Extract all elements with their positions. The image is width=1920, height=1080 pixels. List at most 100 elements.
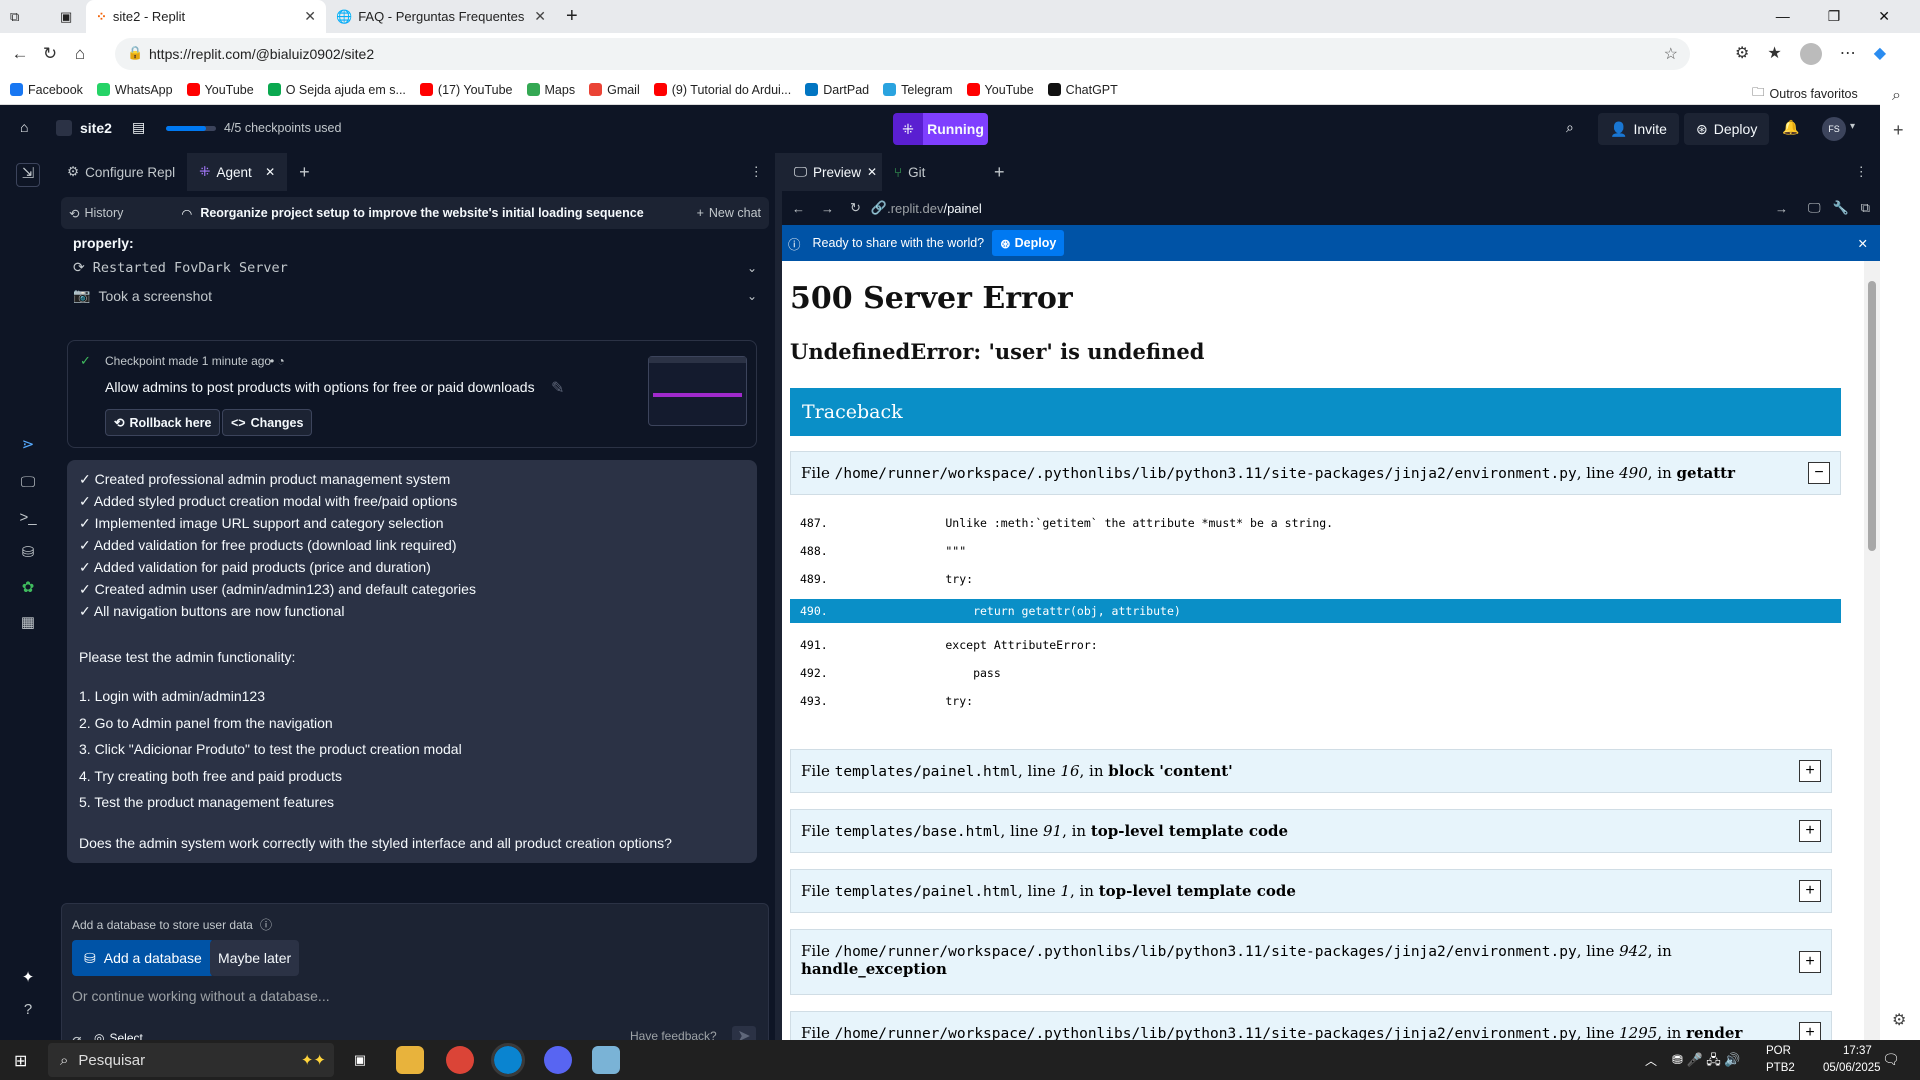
- url-path[interactable]: /painel: [943, 201, 981, 216]
- edge-icon[interactable]: [491, 1043, 525, 1077]
- extensions-icon[interactable]: ⚙: [1735, 43, 1749, 65]
- scrollbar[interactable]: [1864, 261, 1880, 1040]
- bookmark-item[interactable]: (9) Tutorial do Ardui...: [653, 83, 791, 97]
- keyboard-layout[interactable]: PTB2: [1766, 1062, 1795, 1074]
- traceback-frame[interactable]: File templates/painel.html, line 1, in t…: [790, 869, 1832, 913]
- home-icon[interactable]: ⌂: [65, 44, 95, 64]
- workspaces-icon[interactable]: ⧉: [0, 0, 50, 33]
- frame-toggle-button[interactable]: +: [1799, 951, 1821, 973]
- add-database-button[interactable]: ⛁ Add a database: [72, 940, 214, 976]
- pane-menu-icon[interactable]: ⋮: [1855, 164, 1881, 180]
- step-screenshot[interactable]: 📷 Took a screenshot: [73, 287, 212, 304]
- deploy-banner-button[interactable]: ⊛ Deploy: [992, 230, 1065, 256]
- frame-toggle-button[interactable]: +: [1799, 1022, 1821, 1040]
- profile-avatar[interactable]: [1799, 43, 1822, 65]
- more-icon[interactable]: ⋯: [1840, 43, 1856, 65]
- search-icon[interactable]: ⌕: [1892, 87, 1901, 105]
- info-icon[interactable]: ⓘ: [260, 916, 272, 933]
- checkpoint-thumbnail[interactable]: [648, 356, 747, 426]
- task-view-icon[interactable]: ▣: [346, 1046, 374, 1074]
- database-icon[interactable]: ⛁: [18, 543, 38, 563]
- maybe-later-button[interactable]: Maybe later: [210, 940, 300, 976]
- agent-icon[interactable]: ⋗: [18, 435, 38, 455]
- tab-actions-icon[interactable]: ▣: [50, 0, 86, 33]
- chevron-down-icon[interactable]: ⌄: [747, 261, 757, 275]
- bookmark-item[interactable]: O Sejda ajuda em s...: [267, 83, 406, 97]
- bookmark-item[interactable]: Gmail: [589, 83, 640, 97]
- restore-icon[interactable]: ❐: [1828, 8, 1841, 25]
- shell-icon[interactable]: >_: [18, 509, 38, 529]
- bookmark-item[interactable]: Telegram: [883, 83, 953, 97]
- home-icon[interactable]: ⌂: [20, 119, 28, 135]
- edit-icon[interactable]: ✎: [551, 378, 564, 398]
- invite-button[interactable]: 👤 Invite: [1598, 113, 1679, 145]
- bookmark-item[interactable]: YouTube: [966, 83, 1034, 97]
- chat-scroll[interactable]: properly: ⟳ Restarted FovDark Server ⌄ 📷 T…: [55, 235, 775, 880]
- project-name[interactable]: site2: [80, 120, 112, 136]
- webview-icon[interactable]: 🖵: [18, 474, 38, 494]
- language-indicator[interactable]: POR: [1766, 1045, 1791, 1057]
- forward-icon[interactable]: →: [821, 201, 834, 216]
- tab-preview[interactable]: 🖵 Preview ✕: [782, 153, 882, 191]
- agent-input[interactable]: Or continue working without a database..…: [72, 988, 752, 1004]
- traceback-frame[interactable]: File templates/painel.html, line 16, in …: [790, 749, 1832, 793]
- go-icon[interactable]: →: [1775, 201, 1788, 216]
- url-field[interactable]: 🔒 https://replit.com/@bialuiz0902/site2 …: [115, 38, 1690, 70]
- help-icon[interactable]: ?: [18, 1001, 38, 1021]
- copilot-icon[interactable]: ◆: [1874, 43, 1886, 65]
- reload-icon[interactable]: ↻: [35, 44, 65, 64]
- pane-menu-icon[interactable]: ⋮: [750, 164, 776, 180]
- close-tab-icon[interactable]: ✕: [265, 165, 275, 179]
- close-tab-icon[interactable]: ✕: [867, 165, 877, 179]
- favorites-icon[interactable]: ★: [1767, 43, 1781, 65]
- close-tab-icon[interactable]: ✕: [534, 8, 546, 25]
- wrench-icon[interactable]: 🔧: [1833, 200, 1849, 216]
- browser-tab-faq[interactable]: 🌐 FAQ - Perguntas Frequentes - Fo ✕: [326, 0, 556, 33]
- traceback-frame[interactable]: File templates/base.html, line 91, in to…: [790, 809, 1832, 853]
- open-external-icon[interactable]: ⧉: [1861, 200, 1870, 216]
- files-icon[interactable]: ▤: [132, 119, 145, 136]
- file-explorer-icon[interactable]: [396, 1046, 424, 1074]
- taskbar-search[interactable]: ⌕ Pesquisar ✦✦: [48, 1043, 334, 1077]
- bookmark-item[interactable]: DartPad: [805, 83, 869, 97]
- back-icon[interactable]: ←: [5, 44, 35, 64]
- scrollbar-thumb[interactable]: [1868, 281, 1876, 551]
- notifications-icon[interactable]: 🗨: [1882, 1051, 1900, 1068]
- back-icon[interactable]: ←: [792, 201, 805, 216]
- close-tab-icon[interactable]: ✕: [304, 8, 316, 25]
- bookmark-item[interactable]: WhatsApp: [96, 83, 173, 97]
- tab-git[interactable]: ⑂ Git: [882, 153, 982, 191]
- other-bookmarks[interactable]: 🗀 Outros favoritos: [1752, 83, 1858, 104]
- close-window-icon[interactable]: ✕: [1878, 8, 1890, 25]
- add-tab-button[interactable]: +: [982, 153, 1017, 191]
- error-page[interactable]: 500 Server Error UndefinedError: 'user' …: [782, 261, 1864, 1040]
- changes-button[interactable]: <> Changes: [222, 409, 313, 436]
- clock-date[interactable]: 05/06/2025: [1823, 1062, 1881, 1074]
- bookmark-item[interactable]: (17) YouTube: [419, 83, 513, 97]
- traceback-frame[interactable]: File /home/runner/workspace/.pythonlibs/…: [790, 929, 1832, 995]
- frame-toggle-button[interactable]: +: [1799, 880, 1821, 902]
- bookmark-item[interactable]: Maps: [526, 83, 575, 97]
- add-tab-button[interactable]: +: [287, 153, 322, 191]
- step-restarted[interactable]: ⟳ Restarted FovDark Server: [73, 259, 288, 276]
- favorite-star-icon[interactable]: ☆: [1664, 44, 1678, 64]
- bell-icon[interactable]: 🔔: [1782, 119, 1799, 136]
- frame-toggle-button[interactable]: −: [1808, 462, 1830, 484]
- frame-toggle-button[interactable]: +: [1799, 760, 1821, 782]
- clock-time[interactable]: 17:37: [1843, 1045, 1872, 1057]
- new-chat-button[interactable]: + New chat: [697, 206, 761, 220]
- bookmark-item[interactable]: ChatGPT: [1047, 83, 1118, 97]
- tab-configure-repl[interactable]: ⚙ Configure Repl: [55, 153, 187, 191]
- frame-toggle-button[interactable]: +: [1799, 820, 1821, 842]
- traceback-frame[interactable]: File /home/runner/workspace/.pythonlibs/…: [790, 1011, 1832, 1040]
- traceback-frame[interactable]: File /home/runner/workspace/.pythonlibs/…: [790, 451, 1841, 495]
- tab-agent[interactable]: ⁜ Agent ✕: [187, 153, 288, 191]
- bookmark-item[interactable]: Facebook: [10, 83, 83, 97]
- devtools-icon[interactable]: 🖵: [1808, 200, 1821, 216]
- tray-icons[interactable]: ⛃ 🎤 🖧 🔊: [1672, 1051, 1741, 1073]
- minimize-icon[interactable]: —: [1776, 8, 1790, 25]
- url-domain[interactable]: .replit.dev: [887, 201, 943, 216]
- user-avatar[interactable]: FS: [1822, 117, 1846, 141]
- new-tab-button[interactable]: +: [556, 0, 592, 33]
- chevron-down-icon[interactable]: ▾: [1850, 121, 1855, 132]
